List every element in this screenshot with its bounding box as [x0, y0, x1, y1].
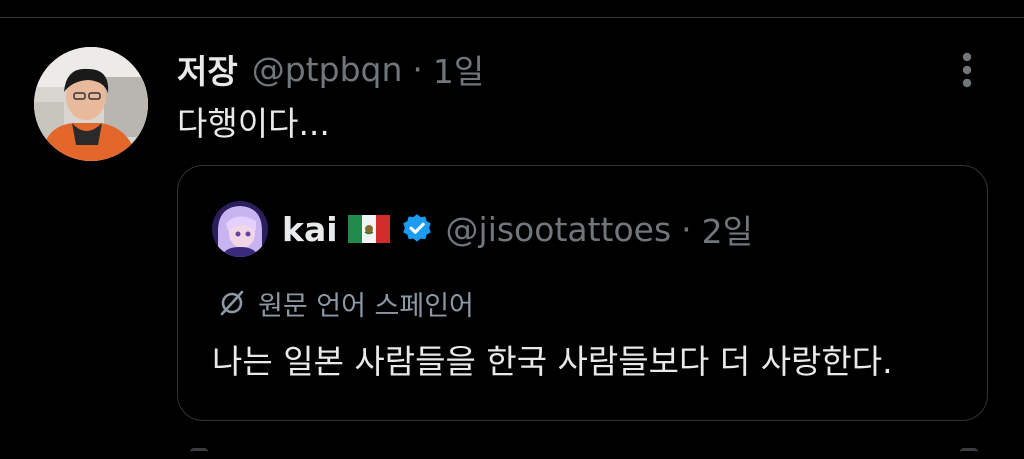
reply-icon[interactable] — [190, 448, 208, 459]
author-avatar[interactable] — [34, 47, 148, 161]
translation-info: 원문 언어 스페인어 — [218, 283, 474, 323]
quoted-post-time[interactable]: 2일 — [702, 205, 753, 253]
post-text: 다행이다... — [177, 104, 330, 143]
author-name[interactable]: 저장 — [177, 45, 238, 93]
top-divider — [0, 17, 1024, 18]
quoted-post-header: kai @jisootattoes · 2일 — [282, 204, 753, 254]
quoted-avatar-image — [212, 201, 268, 257]
post-time[interactable]: 1일 — [433, 45, 484, 93]
quoted-post-text: 나는 일본 사람들을 한국 사람들보다 더 사랑한다. — [212, 342, 893, 381]
post-header: 저장 @ptpbqn · 1일 — [177, 44, 484, 94]
translation-label: 원문 언어 스페인어 — [258, 290, 474, 322]
more-options-button[interactable] — [948, 48, 986, 92]
quoted-author-handle[interactable]: @jisootattoes — [446, 210, 672, 249]
more-vertical-icon — [962, 52, 972, 88]
translate-icon — [220, 290, 244, 316]
quoted-header-separator: · — [681, 209, 692, 249]
author-handle[interactable]: @ptpbqn — [252, 50, 403, 89]
quoted-author-avatar[interactable] — [212, 201, 268, 257]
header-separator: · — [412, 49, 423, 89]
author-avatar-image — [34, 47, 148, 161]
verified-badge-icon — [400, 212, 434, 246]
share-icon[interactable] — [960, 448, 978, 459]
quoted-author-name[interactable]: kai — [282, 210, 338, 249]
mexico-flag-icon — [347, 215, 390, 243]
quoted-post-card[interactable]: kai @jisootattoes · 2일 원문 언어 스페인어 나는 일본 … — [177, 165, 988, 421]
